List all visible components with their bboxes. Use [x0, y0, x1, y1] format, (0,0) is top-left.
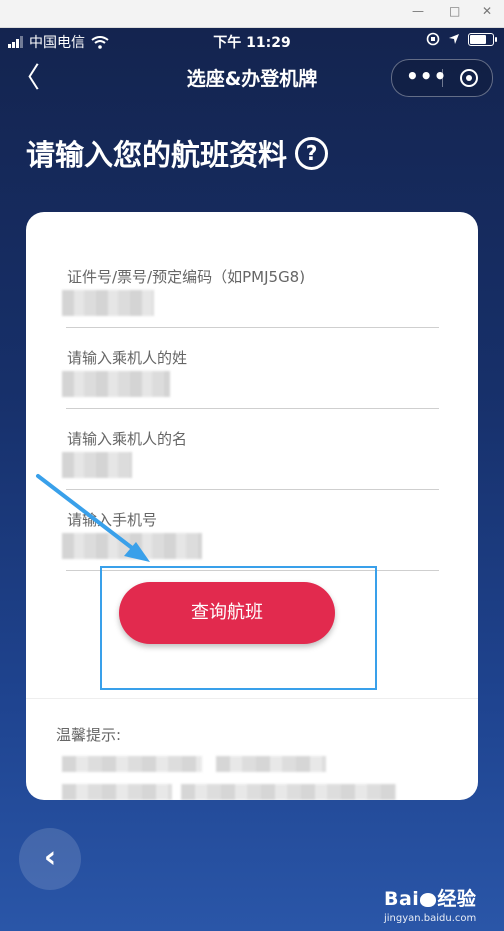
close-button[interactable]: ✕ — [482, 4, 492, 18]
watermark-brand-right: 经验 — [437, 888, 477, 910]
target-icon[interactable] — [460, 69, 478, 87]
id-number-field[interactable]: 证件号/票号/预定编码（如PMJ5G8) — [62, 266, 439, 346]
paw-icon — [420, 892, 437, 907]
blurred-tip-text — [216, 756, 326, 772]
field-label: 请输入乘机人的姓 — [67, 349, 188, 367]
baidu-watermark: Bai 经验 jingyan.baidu.com — [384, 884, 476, 924]
nav-bar: 〈 选座&办登机牌 ••• — [0, 58, 504, 98]
battery-icon — [468, 32, 497, 46]
blurred-value — [62, 290, 154, 316]
divider — [26, 698, 478, 699]
field-underline — [66, 408, 439, 409]
help-icon[interactable]: ? — [295, 136, 329, 170]
floating-back-button[interactable]: ‹ — [19, 828, 81, 890]
field-label: 请输入乘机人的名 — [67, 430, 188, 448]
tips-label: 温馨提示: — [56, 726, 122, 744]
capsule-divider — [442, 69, 443, 87]
watermark-brand-left: Bai — [384, 888, 420, 910]
blurred-tip-text — [62, 784, 172, 800]
annotation-arrow — [36, 474, 150, 562]
app-screen: 中国电信 下午 11:29 〈 选座&办登机牌 ••• 请输入您的航班资料 ? … — [0, 28, 504, 931]
blurred-tip-text — [62, 756, 202, 772]
field-underline — [66, 327, 439, 328]
blurred-value — [62, 371, 170, 397]
page-title: 请输入您的航班资料 ? — [26, 132, 329, 174]
query-flight-button[interactable]: 查询航班 — [119, 582, 335, 644]
orientation-lock-icon — [426, 32, 440, 46]
minimize-button[interactable]: — — [412, 4, 424, 18]
field-label: 证件号/票号/预定编码（如PMJ5G8) — [67, 268, 306, 286]
blurred-tip-text — [181, 784, 396, 800]
window-chrome: — □ ✕ — [0, 0, 504, 28]
mini-program-capsule: ••• — [391, 59, 493, 97]
watermark-brand: Bai 经验 — [384, 884, 476, 911]
watermark-url: jingyan.baidu.com — [384, 913, 477, 924]
location-icon — [449, 34, 459, 44]
maximize-button[interactable]: □ — [449, 4, 460, 18]
surname-field[interactable]: 请输入乘机人的姓 — [62, 347, 439, 427]
status-bar: 中国电信 下午 11:29 — [0, 28, 504, 54]
page-title-text: 请输入您的航班资料 — [26, 138, 288, 172]
